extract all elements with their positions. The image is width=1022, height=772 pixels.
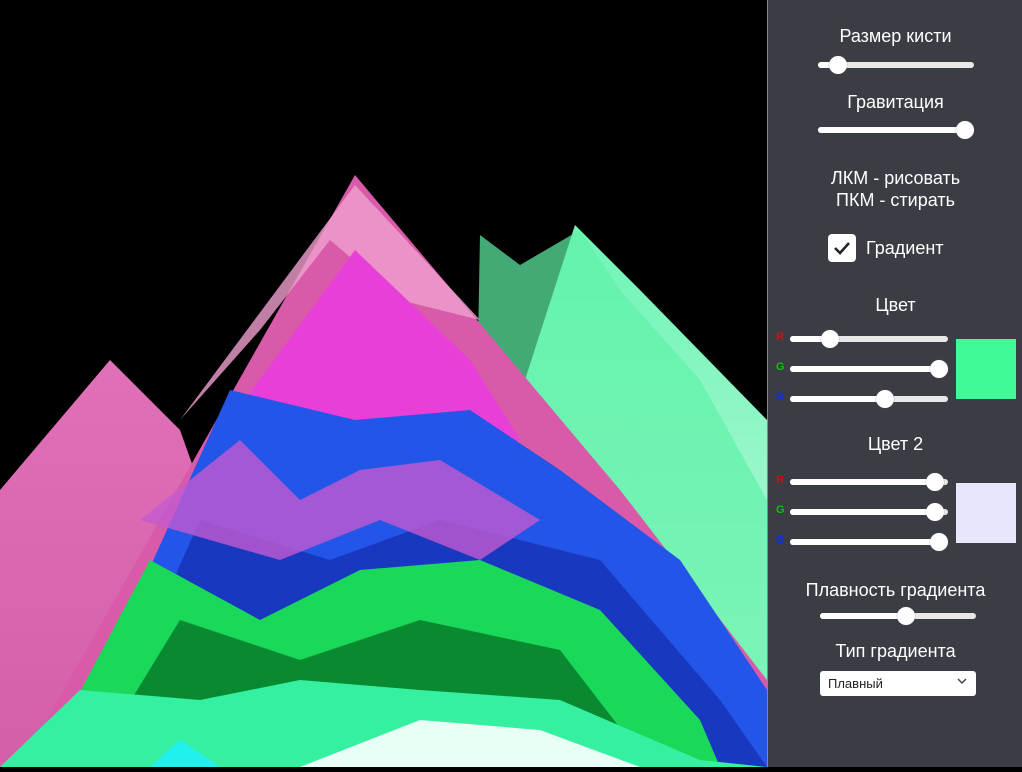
- channel-label-g: G: [776, 504, 785, 516]
- smoothness-label: Плавность градиента: [805, 580, 986, 600]
- brush-size-slider[interactable]: [818, 55, 974, 75]
- slider-thumb[interactable]: [930, 533, 948, 551]
- sand-canvas[interactable]: [0, 0, 767, 767]
- color2-label: Цвет 2: [867, 434, 924, 454]
- slider-thumb: [956, 121, 974, 139]
- slider-fill: [818, 127, 965, 133]
- slider-thumb[interactable]: [930, 360, 948, 378]
- color1-b-slider[interactable]: [790, 389, 948, 409]
- slider-fill: [790, 509, 936, 515]
- color1-r-slider[interactable]: [790, 329, 948, 349]
- slider-thumb[interactable]: [926, 503, 945, 521]
- sand-artwork: [0, 175, 767, 767]
- slider-fill: [790, 539, 939, 545]
- gradient-label: Градиент: [866, 238, 944, 258]
- slider-fill: [820, 613, 906, 619]
- chevron-down-icon: [956, 675, 968, 690]
- color2-r-slider[interactable]: [790, 472, 948, 492]
- slider-thumb[interactable]: [820, 330, 839, 348]
- settings-panel: Размер кисти Гравитация ЛКМ - рисовать П…: [767, 0, 1022, 767]
- slider-fill: [790, 396, 885, 402]
- checkmark-icon: [834, 242, 850, 255]
- color1-g-slider[interactable]: [790, 359, 948, 379]
- gravity-slider[interactable]: [818, 120, 974, 140]
- gradient-type-label: Тип градиента: [835, 641, 956, 661]
- slider-fill: [790, 366, 939, 372]
- gradient-type-dropdown[interactable]: Плавный: [820, 671, 976, 696]
- channel-label-b: B: [776, 391, 784, 403]
- slider-fill: [790, 479, 936, 485]
- slider-thumb[interactable]: [875, 390, 894, 408]
- color2-swatch: [956, 483, 1016, 543]
- channel-label-g: G: [776, 361, 785, 373]
- slider-thumb[interactable]: [926, 473, 945, 491]
- color1-label: Цвет: [875, 295, 916, 315]
- channel-label-r: R: [776, 331, 784, 343]
- gravity-label: Гравитация: [847, 92, 944, 112]
- slider-thumb: [896, 607, 915, 625]
- instruction-draw: ЛКМ - рисовать: [830, 168, 961, 188]
- color2-b-slider[interactable]: [790, 532, 948, 552]
- smoothness-slider[interactable]: [820, 606, 976, 626]
- gradient-checkbox[interactable]: [828, 234, 856, 262]
- color2-g-slider[interactable]: [790, 502, 948, 522]
- channel-label-b: B: [776, 534, 784, 546]
- color1-swatch: [956, 339, 1016, 399]
- instruction-erase: ПКМ - стирать: [836, 190, 955, 210]
- brush-size-label: Размер кисти: [839, 26, 952, 46]
- slider-thumb: [829, 56, 848, 74]
- gradient-type-selected: Плавный: [828, 676, 883, 691]
- channel-label-r: R: [776, 474, 784, 486]
